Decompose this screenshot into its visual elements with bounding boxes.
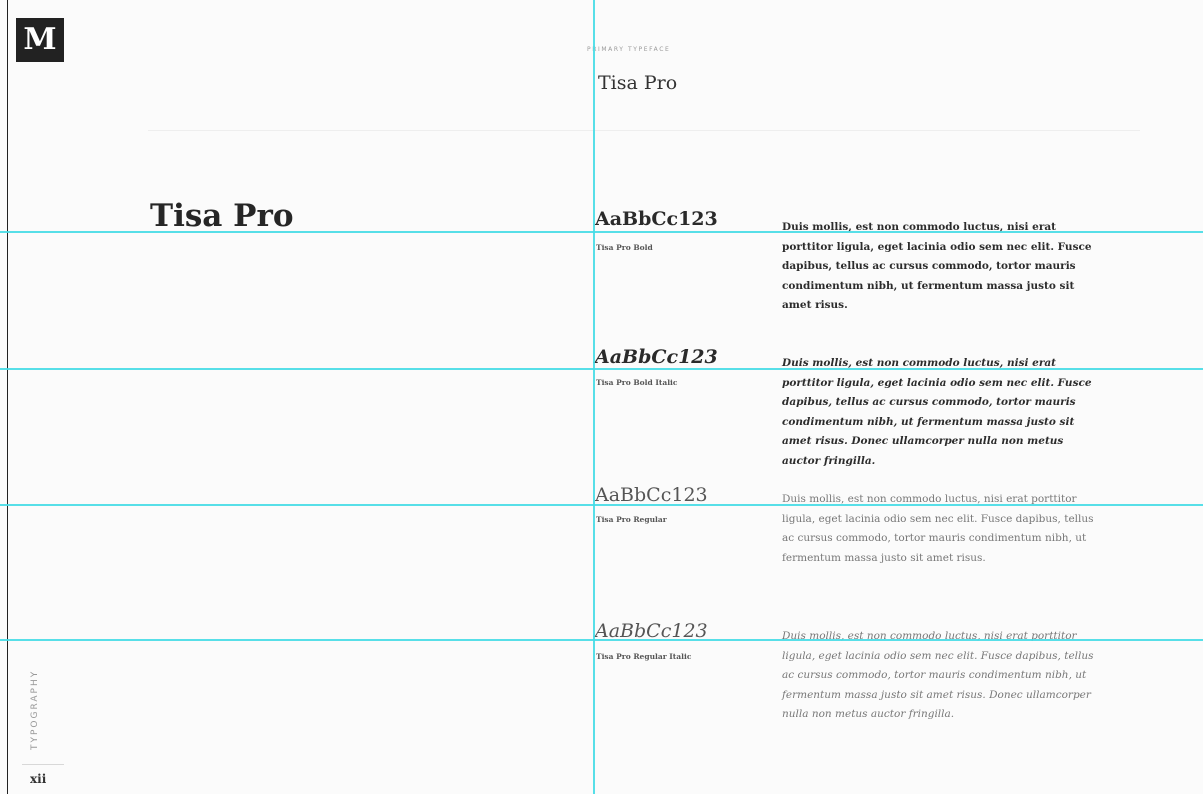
specimen-sample-regular: AaBbCc123 [595, 484, 708, 506]
typography-page: M PRIMARY TYPEFACE Tisa Pro Tisa Pro AaB… [0, 0, 1203, 794]
left-edge-rule [7, 0, 8, 794]
specimen-paragraph-bold-italic: Duis mollis, est non commodo luctus, nis… [782, 357, 1092, 467]
specimen-name-bold-italic: Tisa Pro Bold Italic [596, 378, 678, 387]
specimen-name-regular: Tisa Pro Regular [596, 515, 667, 524]
page-number: xii [30, 772, 47, 786]
specimen-sample-bold-italic: AaBbCc123 [595, 346, 718, 368]
header-typeface-title: Tisa Pro [598, 72, 678, 94]
sidebar-divider [22, 764, 64, 765]
horizontal-guide-line [0, 231, 1203, 233]
section-vertical-label: TYPOGRAPHY [30, 669, 40, 750]
vertical-guide-line [593, 0, 595, 794]
specimen-paragraph-regular-italic: Duis mollis, est non commodo luctus, nis… [782, 630, 1094, 720]
header-divider [148, 130, 1140, 131]
horizontal-guide-line [0, 639, 1203, 641]
specimen-name-regular-italic: Tisa Pro Regular Italic [596, 652, 692, 661]
horizontal-guide-line [0, 504, 1203, 506]
medium-logo: M [16, 18, 64, 62]
specimen-paragraph-regular: Duis mollis, est non commodo luctus, nis… [782, 493, 1094, 564]
specimen-name-bold: Tisa Pro Bold [596, 243, 653, 252]
typeface-display-title: Tisa Pro [150, 198, 294, 234]
specimen-sample-bold: AaBbCc123 [595, 208, 718, 230]
section-eyebrow: PRIMARY TYPEFACE [587, 46, 671, 53]
horizontal-guide-line [0, 368, 1203, 370]
